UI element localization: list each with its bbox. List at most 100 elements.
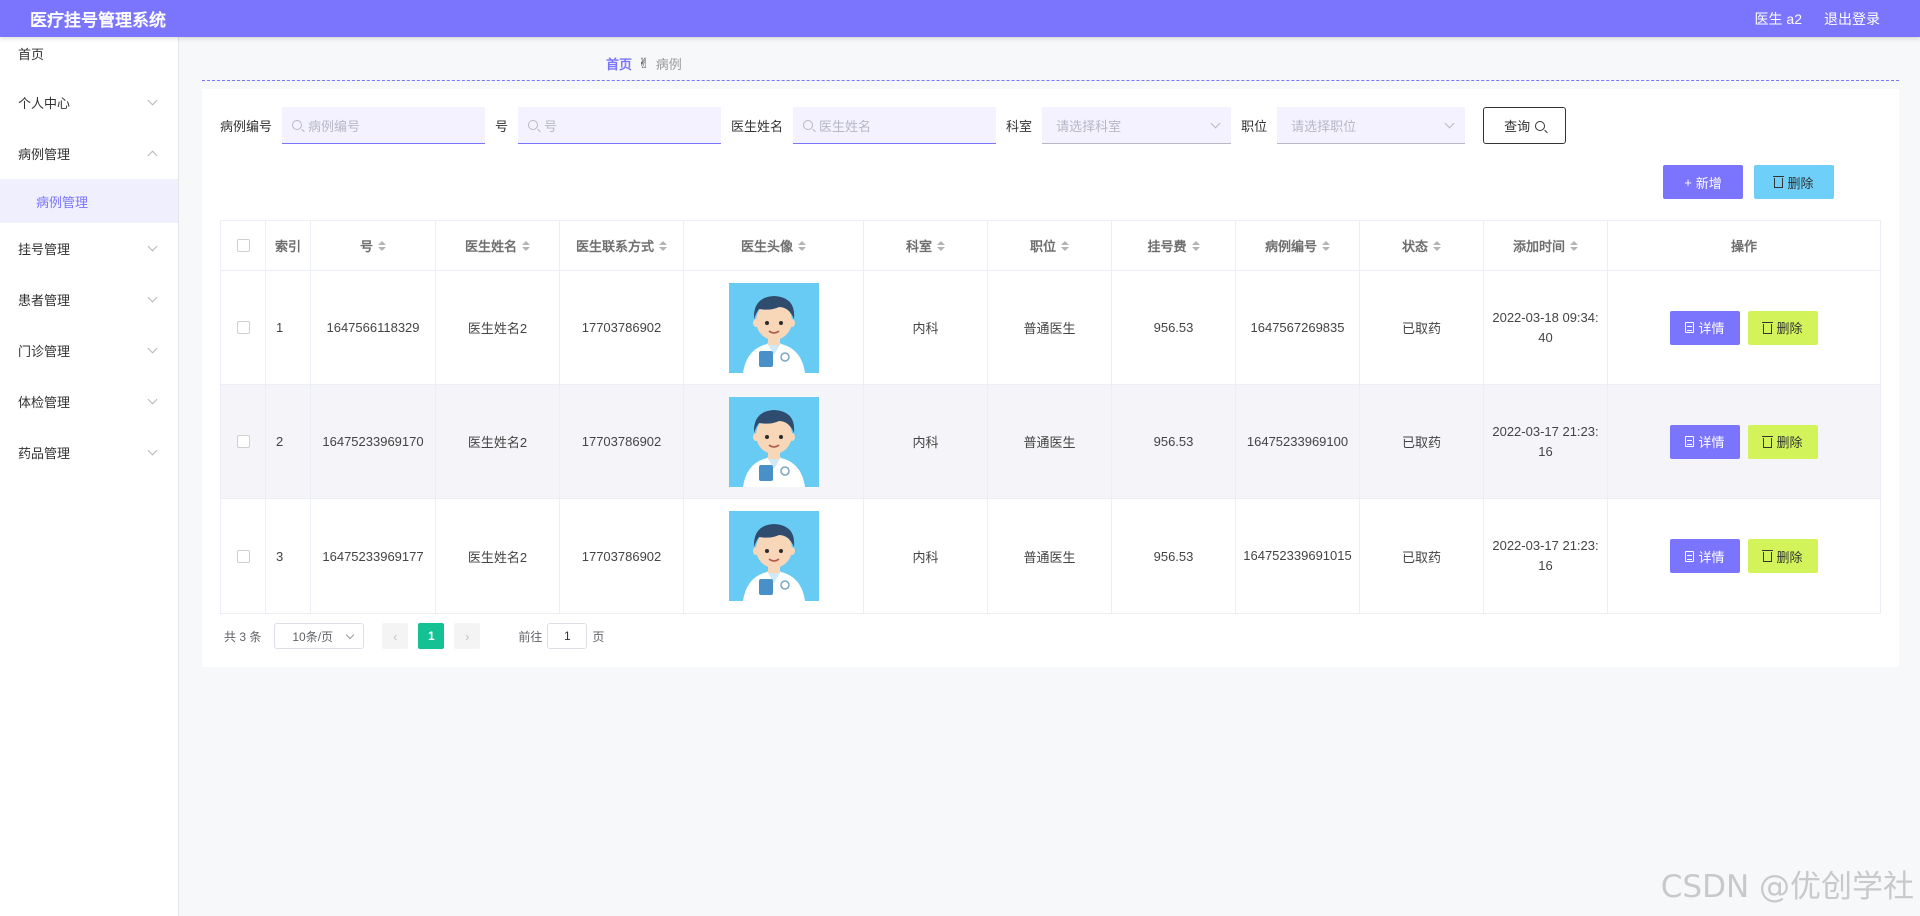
header-label: 添加时间 [1512, 239, 1565, 254]
detail-button[interactable]: 详情 [1670, 539, 1740, 573]
header-department[interactable]: 科室 [864, 221, 988, 270]
cell-fee: 956.53 [1112, 499, 1236, 613]
cell-fee: 956.53 [1112, 385, 1236, 498]
header-doctor-phone[interactable]: 医生联系方式 [560, 221, 684, 270]
row-checkbox[interactable] [236, 321, 250, 334]
cell-text: 1647567269835 [1250, 319, 1345, 335]
goto-label: 前往 [518, 629, 543, 644]
delete-button[interactable]: 删除 [1748, 424, 1818, 459]
no-placeholder: 号 [544, 118, 558, 134]
doctor-name-input[interactable]: 医生姓名 [793, 107, 997, 144]
cell-position: 普通医生 [988, 499, 1112, 613]
query-button[interactable]: 查询 [1483, 107, 1567, 144]
cell-status: 已取药 [1360, 271, 1484, 384]
doctor-avatar-image[interactable] [728, 282, 819, 373]
cell-text: 内科 [912, 321, 939, 336]
case-no-input[interactable]: 病例编号 [282, 107, 486, 144]
position-select[interactable]: 请选择职位 [1277, 107, 1466, 144]
select-all-checkbox[interactable] [236, 239, 250, 252]
sidebar-item-label: 病例管理 [18, 147, 71, 162]
no-input[interactable]: 号 [518, 107, 722, 144]
chevron-down-icon [1210, 118, 1221, 128]
sort-icon[interactable] [1061, 240, 1069, 251]
header-added-time[interactable]: 添加时间 [1484, 221, 1608, 270]
sort-icon[interactable] [522, 240, 530, 251]
header-case-no[interactable]: 病例编号 [1236, 221, 1360, 270]
header-no[interactable]: 号 [311, 221, 436, 270]
cell-text: 普通医生 [1023, 549, 1076, 565]
sort-icon[interactable] [1191, 240, 1200, 251]
document-icon [1685, 436, 1695, 447]
user-name[interactable]: 医生 a2 [1755, 9, 1802, 29]
detail-button[interactable]: 详情 [1670, 310, 1740, 345]
batch-delete-button[interactable]: 删除 [1754, 165, 1834, 199]
cell-no: 16475233969170 [311, 385, 436, 498]
cell-text: 医生姓名2 [467, 321, 528, 336]
sort-icon[interactable] [1322, 240, 1330, 251]
detail-button-label: 详情 [1698, 549, 1725, 565]
logout-button[interactable]: 退出登录 [1824, 9, 1880, 29]
sidebar-item-checkup[interactable]: 体检管理 [0, 376, 178, 427]
sort-icon[interactable] [798, 240, 806, 251]
doctor-avatar-image[interactable] [728, 511, 819, 601]
sidebar-item-outpatient[interactable]: 门诊管理 [0, 325, 178, 376]
table-row[interactable]: 2 16475233969170 医生姓名2 17703786902 内科 普通… [221, 385, 1880, 499]
row-checkbox[interactable] [236, 435, 250, 448]
header-label: 职位 [1029, 239, 1056, 254]
chevron-down-icon [1444, 118, 1455, 128]
delete-button-label: 删除 [1776, 435, 1803, 450]
page-number-1[interactable]: 1 [418, 623, 445, 649]
sidebar-item-cases[interactable]: 病例管理 [0, 128, 178, 179]
cell-doctor-name: 医生姓名2 [436, 385, 560, 498]
header-doctor-avatar[interactable]: 医生头像 [684, 221, 864, 270]
cell-position: 普通医生 [988, 385, 1112, 498]
cell-text: 2022-03-17 21:23:16 [1492, 423, 1599, 459]
delete-button[interactable]: 删除 [1748, 310, 1818, 345]
sidebar-item-patients[interactable]: 患者管理 [0, 274, 178, 325]
header-label: 医生头像 [740, 239, 793, 254]
table-row[interactable]: 1 1647566118329 医生姓名2 17703786902 内科 普通医… [221, 271, 1880, 385]
cell-text: 16475233969177 [322, 548, 424, 564]
cell-index: 3 [266, 499, 311, 613]
trash-icon [1773, 176, 1785, 188]
cell-text: 医生姓名2 [467, 435, 528, 450]
goto-page-input[interactable]: 1 [547, 623, 588, 649]
header-doctor-name[interactable]: 医生姓名 [436, 221, 560, 270]
cell-text: 956.53 [1153, 548, 1194, 564]
row-checkbox[interactable] [236, 549, 250, 563]
sidebar-subitem-cases[interactable]: 病例管理 [0, 179, 178, 223]
sidebar-item-label: 门诊管理 [18, 344, 71, 359]
sort-icon[interactable] [1433, 240, 1441, 251]
breadcrumb-home[interactable]: 首页 [606, 54, 632, 73]
cell-text: 内科 [912, 435, 939, 450]
header-status[interactable]: 状态 [1360, 221, 1484, 270]
no-label: 号 [495, 119, 509, 134]
search-icon [803, 120, 814, 130]
header-fee[interactable]: 挂号费 [1112, 221, 1236, 270]
sort-icon[interactable] [1570, 240, 1578, 251]
cell-status: 已取药 [1360, 499, 1484, 613]
sort-icon[interactable] [378, 240, 386, 251]
add-button[interactable]: + 新增 [1663, 165, 1743, 199]
prev-page-button[interactable]: ‹ [382, 623, 409, 649]
header-label: 操作 [1730, 239, 1757, 254]
next-page-button[interactable]: › [454, 623, 481, 649]
header-position[interactable]: 职位 [988, 221, 1112, 270]
table-row[interactable]: 3 16475233969177 医生姓名2 17703786902 内科 普通… [221, 499, 1880, 613]
cell-text: 16475233969170 [322, 434, 424, 449]
plus-icon: + [1684, 174, 1692, 190]
cell-department: 内科 [864, 271, 988, 384]
sidebar-item-registration[interactable]: 挂号管理 [0, 223, 178, 274]
doctor-avatar-image[interactable] [728, 396, 819, 487]
delete-button[interactable]: 删除 [1748, 539, 1818, 573]
page-size-select[interactable]: 10条/页 [274, 623, 365, 649]
cell-text: 2022-03-17 21:23:16 [1492, 538, 1599, 573]
cell-added-time: 2022-03-17 21:23:16 [1484, 385, 1608, 498]
detail-button[interactable]: 详情 [1670, 424, 1740, 459]
department-select[interactable]: 请选择科室 [1042, 107, 1232, 144]
delete-button-label: 删除 [1776, 549, 1803, 565]
sort-icon[interactable] [937, 240, 945, 251]
sidebar-item-medicine[interactable]: 药品管理 [0, 427, 178, 478]
sort-icon[interactable] [659, 240, 667, 251]
sidebar-item-profile[interactable]: 个人中心 [0, 77, 178, 128]
